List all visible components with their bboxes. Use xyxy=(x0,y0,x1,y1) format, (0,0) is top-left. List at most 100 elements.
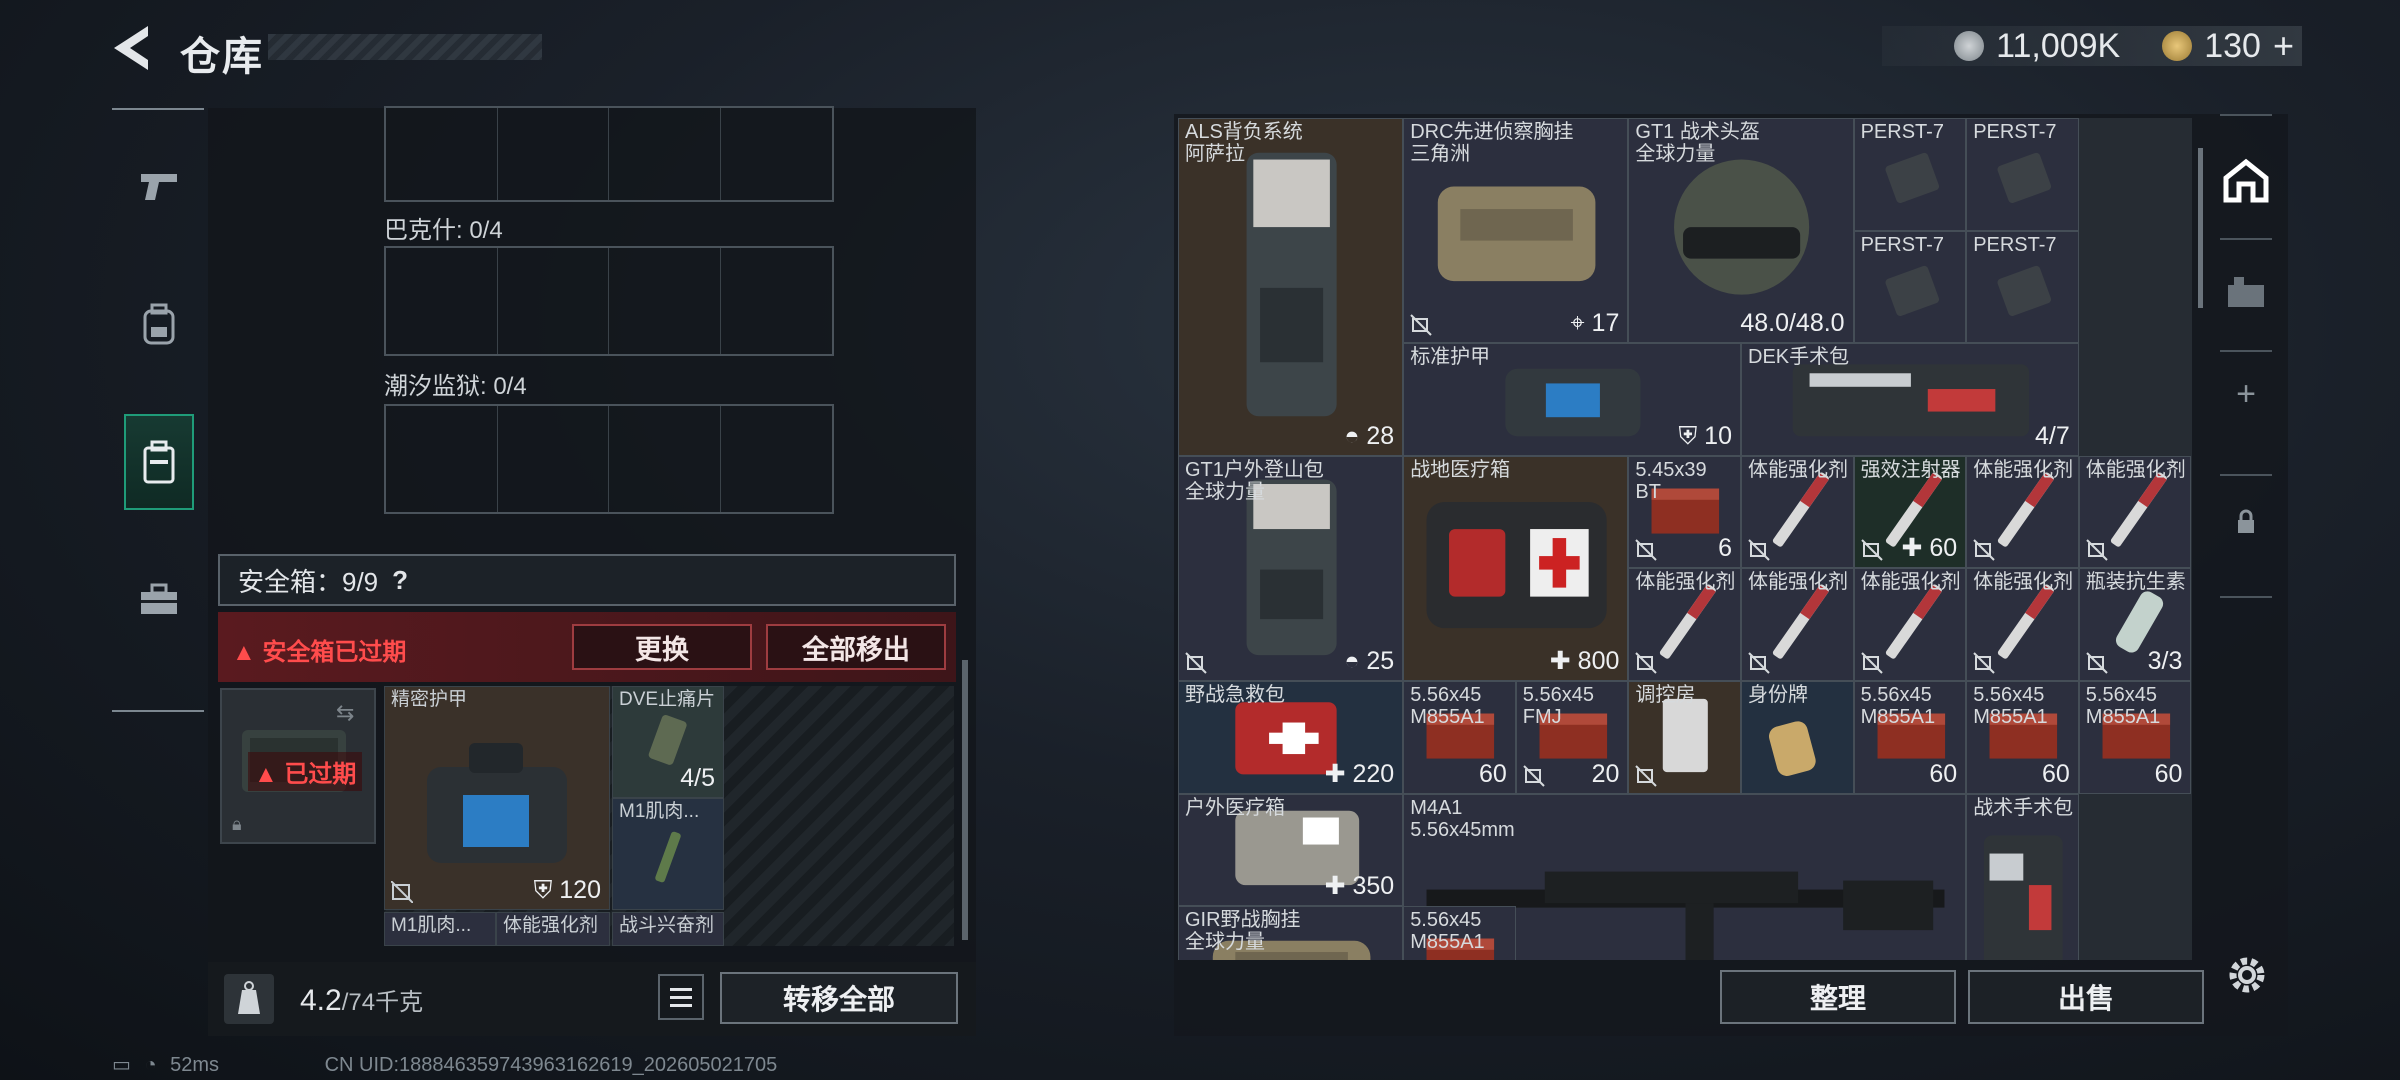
tab-tools[interactable] xyxy=(124,552,194,648)
stash-item-perst-7-a[interactable]: PERST-7 xyxy=(1853,118,1967,231)
safe-box-label: 安全箱：9/9 xyxy=(238,566,379,597)
add-gold-button[interactable]: + xyxy=(2273,25,2294,67)
title-decoration xyxy=(268,34,542,60)
safe-box-slot[interactable]: ▲ 已过期 ⇆ 🔒︎ xyxy=(220,688,376,844)
stash-item-control-room-key[interactable]: 调控房 xyxy=(1628,681,1741,794)
stash-item-stim-2[interactable]: 体能强化剂 xyxy=(1966,455,2079,569)
stash-item-perst-7-d[interactable]: PERST-7 xyxy=(1966,230,2079,344)
stash-item-stim-3[interactable]: 体能强化剂 xyxy=(2078,455,2192,569)
stash-item-id-tag[interactable]: 身份牌 xyxy=(1741,681,1854,794)
item-name: 5.56x45 M855A1 xyxy=(1410,909,1485,954)
item-stim-1[interactable]: 体能强化剂 xyxy=(496,912,610,946)
stash-item-standard-armor[interactable]: 标准护甲 ⛨ 10 xyxy=(1403,343,1741,456)
stash-item-drc-chest-rig[interactable]: DRC先进侦察胸挂 三角洲 ⌖ 17 xyxy=(1403,118,1629,344)
container-grid-chaoxi[interactable] xyxy=(384,404,834,514)
injector-image xyxy=(655,831,681,883)
stash-item-dek-surgery-kit[interactable]: DEK手术包 4/7 xyxy=(1741,343,2079,456)
expired-tag: ▲ 已过期 xyxy=(248,752,363,791)
swap-icon[interactable]: ⇆ xyxy=(336,700,354,726)
safe-box-grid: 精密护甲 ⛨ 120 DVE止痛片 4/5 M1肌肉... M1肌肉... 体能… xyxy=(384,686,954,946)
no-insure-icon xyxy=(391,881,413,903)
list-icon xyxy=(670,988,692,1007)
stash-item-ammo-m855a1-d[interactable]: 5.56x45 M855A1 60 xyxy=(2078,681,2192,794)
item-combat-stim[interactable]: 战斗兴奋剂 xyxy=(612,912,724,946)
tab-gear[interactable] xyxy=(124,276,194,372)
stash-item-outdoor-medbox[interactable]: 户外医疗箱 ✚ 350 xyxy=(1178,793,1404,907)
item-value: 20 xyxy=(1591,759,1620,788)
stash-item-stim-4[interactable]: 体能强化剂 xyxy=(1628,568,1741,681)
tall-pack-image xyxy=(1246,152,1337,417)
back-button[interactable] xyxy=(108,22,154,74)
stash-item-tactical-surgery-kit[interactable]: 战术手术包 xyxy=(1966,793,2079,960)
item-name: PERST-7 xyxy=(1860,121,1944,143)
add-stash-button[interactable]: + xyxy=(2204,362,2288,426)
left-scrollbar[interactable] xyxy=(962,660,968,940)
item-name: PERST-7 xyxy=(1973,121,2057,143)
stash-item-ammo-m855a1-c[interactable]: 5.56x45 M855A1 60 xyxy=(1966,681,2079,794)
list-view-button[interactable] xyxy=(658,974,704,1020)
container-grid-top[interactable] xyxy=(384,106,834,202)
right-category-tabs: + xyxy=(2204,114,2288,964)
stash-item-stim-5[interactable]: 体能强化剂 xyxy=(1741,568,1854,681)
item-dve-painkiller[interactable]: DVE止痛片 4/5 xyxy=(612,686,724,798)
item-name: PERST-7 xyxy=(1973,233,2057,256)
stash-item-perst-7-c[interactable]: PERST-7 xyxy=(1853,230,1967,344)
no-insure-icon xyxy=(1523,764,1545,787)
tab-cases[interactable] xyxy=(124,414,194,510)
wifi-icon: ◔ xyxy=(144,1054,157,1076)
stash-item-ammo-m855a1-e[interactable]: 5.56x45 M855A1 xyxy=(1403,906,1516,960)
no-insure-icon xyxy=(1635,539,1658,562)
container-grid-bakeshi[interactable] xyxy=(384,246,834,356)
shield-icon: ⛨ xyxy=(533,876,553,904)
transfer-all-button[interactable]: 转移全部 xyxy=(720,972,958,1024)
item-name: GT1 战术头盔 全球力量 xyxy=(1635,121,1760,165)
item-m1-muscle-2[interactable]: M1肌肉... xyxy=(384,912,496,946)
stash-scrollbar[interactable] xyxy=(2198,148,2203,308)
item-name: ALS背负系统 阿萨拉 xyxy=(1185,121,1303,165)
weight-footer: 4.2/74千克 转移全部 xyxy=(208,962,976,1036)
expired-text: 安全箱已过期 xyxy=(262,639,407,666)
tab-stash-main[interactable] xyxy=(2204,126,2288,236)
item-name: 标准护甲 xyxy=(1410,346,1491,369)
item-name: GT1户外登山包 全球力量 xyxy=(1185,458,1324,503)
stash-item-perst-7-b[interactable]: PERST-7 xyxy=(1966,118,2079,231)
stash-item-stim-7[interactable]: 体能强化剂 xyxy=(1966,568,2079,681)
stash-item-als-backpack[interactable]: ALS背负系统 阿萨拉 ◓ 28 xyxy=(1178,118,1404,456)
stash-item-gt1-hiking-pack[interactable]: GT1户外登山包 全球力量 ◓ 25 xyxy=(1178,455,1404,681)
item-m1-muscle-1[interactable]: M1肌肉... xyxy=(612,798,724,910)
stash-item-strong-injector[interactable]: 强效注射器 ✚ 60 xyxy=(1853,455,1967,569)
stash-item-gt1-helmet[interactable]: GT1 战术头盔 全球力量 48.0/48.0 xyxy=(1628,118,1854,344)
stash-item-stim-1[interactable]: 体能强化剂 xyxy=(1741,455,1854,569)
expired-banner: ▲ 安全箱已过期 更换 全部移出 xyxy=(218,612,956,682)
item-name: 5.45x39 BT xyxy=(1635,458,1707,503)
stash-item-ammo-fmj[interactable]: 5.56x45 FMJ 20 xyxy=(1515,681,1629,794)
sort-button[interactable]: 整理 xyxy=(1720,970,1956,1024)
stash-item-first-aid-kit[interactable]: 野战急救包 ✚ 220 xyxy=(1178,681,1404,794)
stash-item-ammo-545-bt[interactable]: 5.45x39 BT 6 xyxy=(1628,455,1741,569)
replace-button[interactable]: 更换 xyxy=(572,624,752,670)
case-icon xyxy=(143,440,175,484)
locked-tab[interactable] xyxy=(2204,490,2288,554)
no-insure-icon xyxy=(1635,764,1658,787)
stash-item-gir-chest-rig[interactable]: GIR野战胸挂 全球力量 xyxy=(1178,906,1404,960)
item-precision-armor[interactable]: 精密护甲 ⛨ 120 xyxy=(384,686,610,910)
move-all-button[interactable]: 全部移出 xyxy=(766,624,946,670)
item-name: PERST-7 xyxy=(1860,233,1944,256)
settings-gear-icon[interactable] xyxy=(2224,952,2270,998)
stash-item-ammo-m855a1-a[interactable]: 5.56x45 M855A1 60 xyxy=(1403,681,1516,794)
tab-weapons[interactable] xyxy=(124,138,194,234)
stash-grid: ALS背负系统 阿萨拉 ◓ 28 DRC先进侦察胸挂 三角洲 ⌖ 17 GT1 战术头盔… xyxy=(1178,118,2192,960)
tab-stash-2[interactable] xyxy=(2204,238,2288,348)
armor-durability: ⛨ 120 xyxy=(533,876,601,904)
no-insure-icon xyxy=(1635,652,1658,674)
armor-image xyxy=(427,743,567,863)
item-value: 6 xyxy=(1718,534,1732,563)
stash-item-stim-6[interactable]: 体能强化剂 xyxy=(1853,568,1967,681)
weight-current: 4.2 xyxy=(300,984,342,1017)
item-name: 5.56x45 M855A1 xyxy=(1973,684,2048,728)
stash-item-ammo-m855a1-b[interactable]: 5.56x45 M855A1 60 xyxy=(1853,681,1967,794)
stash-item-antibiotic-bottle[interactable]: 瓶装抗生素 3/3 xyxy=(2078,568,2192,681)
help-button[interactable]: ? xyxy=(392,565,408,596)
sell-button[interactable]: 出售 xyxy=(1968,970,2204,1024)
stash-item-field-medbox[interactable]: 战地医疗箱 ✚ 800 xyxy=(1403,455,1629,681)
